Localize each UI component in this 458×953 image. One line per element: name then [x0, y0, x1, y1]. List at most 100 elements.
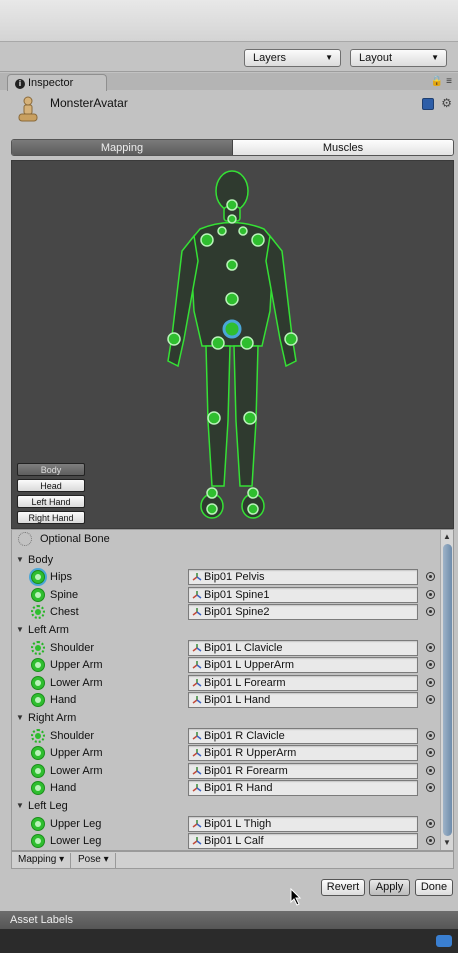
transform-icon: [192, 696, 202, 704]
bone-status-icon[interactable]: [31, 658, 45, 673]
bone-transform-field[interactable]: Bip01 R Forearm: [188, 762, 418, 779]
transform-icon: [192, 643, 202, 652]
group-header[interactable]: ▼ Left Leg: [12, 798, 440, 815]
bone-transform-field[interactable]: Bip01 L UpperArm: [188, 657, 418, 674]
bone-label: Spine: [50, 588, 79, 601]
object-picker-icon[interactable]: [426, 660, 435, 670]
tab-mapping[interactable]: Mapping: [12, 140, 233, 155]
bone-label: Hand: [50, 782, 77, 795]
object-picker-icon[interactable]: [426, 748, 435, 758]
bone-row: Lower Arm Bip01 L Forearm: [12, 674, 440, 692]
group-header[interactable]: ▼ Body: [12, 552, 440, 569]
object-picker-icon[interactable]: [426, 589, 435, 599]
bone-transform-field[interactable]: Bip01 L Calf: [188, 833, 418, 850]
transform-icon: [192, 819, 202, 828]
view-body-button[interactable]: Body: [17, 463, 85, 476]
bone-transform-field[interactable]: Bip01 Pelvis: [188, 569, 418, 586]
bone-row: Shoulder Bip01 R Clavicle: [12, 727, 440, 745]
group-label: Left Arm: [28, 624, 69, 636]
scrollbar[interactable]: ▲ ▼: [440, 530, 453, 850]
apply-button[interactable]: Apply: [369, 879, 410, 896]
mapping-menu-button[interactable]: Mapping ▾: [12, 853, 72, 868]
chevron-down-icon: ▼: [431, 53, 439, 62]
bone-transform-field[interactable]: Bip01 R Clavicle: [188, 727, 418, 744]
asset-labels-header[interactable]: Asset Labels: [0, 911, 458, 929]
bone-label: Hand: [50, 694, 77, 707]
tab-muscles[interactable]: Muscles: [233, 140, 453, 155]
bone-row: Hand Bip01 R Hand: [12, 780, 440, 797]
object-picker-icon[interactable]: [426, 642, 435, 652]
foldout-arrow-icon[interactable]: ▼: [16, 801, 24, 810]
bone-status-icon[interactable]: [31, 570, 45, 585]
transform-icon: [192, 837, 202, 845]
scroll-up-icon[interactable]: ▲: [443, 532, 451, 541]
transform-icon: [192, 590, 202, 599]
object-picker-icon[interactable]: [426, 818, 435, 828]
bone-status-icon[interactable]: [31, 728, 45, 743]
bone-label: Chest: [50, 606, 79, 619]
bone-status-icon[interactable]: [31, 816, 45, 831]
foldout-arrow-icon[interactable]: ▼: [16, 625, 24, 634]
scrollbar-thumb[interactable]: [443, 544, 452, 836]
bone-transform-value: Bip01 Spine2: [204, 606, 270, 619]
bone-status-icon[interactable]: [31, 587, 45, 602]
layers-dropdown[interactable]: Layers ▼: [244, 49, 341, 67]
bone-transform-value: Bip01 R Hand: [204, 782, 273, 795]
bone-status-icon[interactable]: [31, 640, 45, 655]
object-picker-icon[interactable]: [426, 677, 435, 687]
bone-transform-value: Bip01 Pelvis: [204, 571, 265, 584]
transform-icon: [192, 661, 202, 669]
bone-status-icon[interactable]: [31, 746, 45, 761]
mapping-menu-label: Mapping: [18, 854, 57, 865]
pose-menu-button[interactable]: Pose ▾: [72, 853, 116, 868]
group-header[interactable]: ▼ Right Arm: [12, 710, 440, 727]
tab-inspector[interactable]: i Inspector: [7, 74, 107, 91]
bone-status-icon[interactable]: [31, 693, 45, 708]
view-right-hand-button[interactable]: Right Hand: [17, 511, 85, 524]
bone-transform-field[interactable]: Bip01 Spine2: [188, 604, 418, 621]
group-header[interactable]: ▼ Left Arm: [12, 622, 440, 639]
bone-transform-field[interactable]: Bip01 R UpperArm: [188, 745, 418, 762]
view-head-button[interactable]: Head: [17, 479, 85, 492]
layout-dropdown[interactable]: Layout ▼: [350, 49, 447, 67]
foldout-arrow-icon[interactable]: ▼: [16, 555, 24, 564]
bone-row: Lower Leg Bip01 L Calf: [12, 833, 440, 850]
bone-status-icon[interactable]: [31, 605, 45, 620]
object-picker-icon[interactable]: [426, 607, 435, 617]
bone-status-icon[interactable]: [31, 675, 45, 690]
object-picker-icon[interactable]: [426, 695, 435, 705]
bone-row: Upper Arm Bip01 L UpperArm: [12, 657, 440, 674]
object-picker-icon[interactable]: [426, 783, 435, 793]
tab-tools: 🔒 ≡: [431, 76, 452, 87]
object-picker-icon[interactable]: [426, 836, 435, 846]
toolbar: Layers ▼ Layout ▼: [0, 42, 458, 72]
tag-icon[interactable]: [436, 935, 452, 947]
menu-icon[interactable]: ≡: [446, 76, 452, 87]
bone-transform-field[interactable]: Bip01 L Thigh: [188, 815, 418, 832]
view-left-hand-button[interactable]: Left Hand: [17, 495, 85, 508]
transform-icon: [192, 766, 202, 775]
object-picker-icon[interactable]: [426, 730, 435, 740]
object-picker-icon[interactable]: [426, 765, 435, 775]
bone-transform-field[interactable]: Bip01 Spine1: [188, 586, 418, 603]
help-book-icon[interactable]: [421, 97, 434, 110]
gear-icon[interactable]: ⚙: [441, 96, 452, 110]
revert-button[interactable]: Revert: [321, 879, 365, 896]
bone-status-icon[interactable]: [31, 781, 45, 796]
avatar-body-view[interactable]: Body Head Left Hand Right Hand: [11, 160, 454, 529]
bone-transform-field[interactable]: Bip01 R Hand: [188, 780, 418, 797]
bone-status-icon[interactable]: [31, 834, 45, 849]
object-picker-icon[interactable]: [426, 572, 435, 582]
done-button[interactable]: Done: [415, 879, 453, 896]
bone-transform-field[interactable]: Bip01 L Forearm: [188, 674, 418, 691]
bone-row: Chest Bip01 Spine2: [12, 604, 440, 621]
bone-status-icon[interactable]: [31, 763, 45, 778]
bone-transform-value: Bip01 L Hand: [204, 694, 271, 707]
lock-icon[interactable]: 🔒: [431, 76, 443, 87]
bone-transform-field[interactable]: Bip01 L Clavicle: [188, 639, 418, 656]
scroll-down-icon[interactable]: ▼: [443, 838, 451, 847]
foldout-arrow-icon[interactable]: ▼: [16, 713, 24, 722]
bone-transform-field[interactable]: Bip01 L Hand: [188, 692, 418, 709]
bone-label: Lower Leg: [50, 835, 102, 848]
layers-label: Layers: [253, 52, 287, 64]
